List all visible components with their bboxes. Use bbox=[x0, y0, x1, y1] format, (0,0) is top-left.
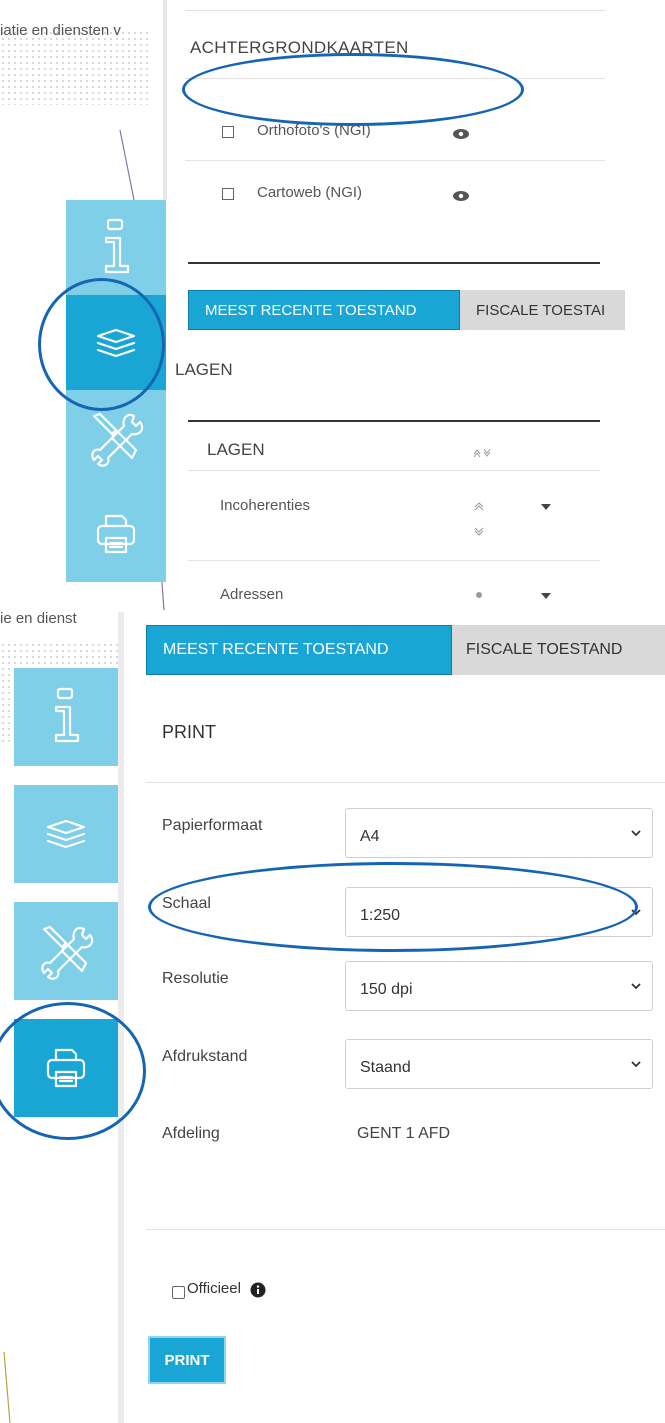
divider bbox=[185, 160, 605, 161]
info-button[interactable] bbox=[14, 668, 118, 766]
info-icon bbox=[104, 218, 130, 273]
layers-icon bbox=[46, 819, 86, 849]
eye-icon[interactable] bbox=[452, 128, 470, 140]
afdrukstand-select[interactable]: Staand bbox=[345, 1039, 653, 1089]
schaal-select[interactable]: 1:250 bbox=[345, 887, 653, 937]
afdeling-label: Afdeling bbox=[162, 1125, 220, 1142]
sort-arrows-icon[interactable] bbox=[472, 446, 494, 458]
divider bbox=[188, 470, 600, 471]
map-line bbox=[3, 1352, 11, 1423]
resolutie-label: Resolutie bbox=[162, 970, 229, 987]
map-text: iatie en diensten v bbox=[0, 22, 121, 39]
layer-incoherenties: Incoherenties bbox=[220, 497, 311, 514]
chevron-down-icon bbox=[631, 830, 641, 837]
section-title-lagen: LAGEN bbox=[175, 360, 233, 379]
layers-button[interactable] bbox=[66, 295, 166, 390]
background-maps-title: ACHTERGRONDKAARTEN bbox=[190, 38, 409, 57]
tab-fiscale-toestand[interactable]: FISCALE TOESTAI bbox=[460, 290, 625, 330]
caret-down-icon[interactable] bbox=[540, 503, 552, 511]
divider bbox=[188, 560, 600, 561]
highlight-ellipse bbox=[182, 53, 524, 126]
afdrukstand-label: Afdrukstand bbox=[162, 1048, 248, 1065]
map-grid-pattern bbox=[0, 30, 150, 105]
print-button[interactable]: PRINT bbox=[148, 1336, 226, 1384]
section-divider bbox=[188, 420, 600, 422]
layer-adressen: Adressen bbox=[220, 586, 284, 603]
orthofoto-label: Orthofoto's (NGI) bbox=[257, 122, 371, 139]
afdeling-value: GENT 1 AFD bbox=[357, 1125, 451, 1142]
resolutie-select[interactable]: 150 dpi bbox=[345, 961, 653, 1011]
tab-fiscale-toestand[interactable]: FISCALE TOESTAND bbox=[452, 625, 665, 675]
cartoweb-checkbox[interactable] bbox=[222, 188, 234, 200]
divider bbox=[146, 782, 665, 783]
divider bbox=[185, 78, 605, 79]
chevron-down-icon bbox=[631, 983, 641, 990]
orthofoto-checkbox[interactable] bbox=[222, 126, 234, 138]
officieel-label: Officieel bbox=[187, 1280, 241, 1297]
tools-icon bbox=[91, 412, 144, 467]
afdrukstand-value: Staand bbox=[360, 1059, 411, 1076]
move-icon[interactable] bbox=[474, 590, 484, 600]
print-tool-button[interactable] bbox=[66, 485, 166, 582]
resolutie-value: 150 dpi bbox=[360, 981, 413, 998]
info-icon bbox=[54, 687, 80, 743]
tab-meest-recente-toestand[interactable]: MEEST RECENTE TOESTAND bbox=[146, 625, 452, 675]
printer-icon bbox=[96, 514, 136, 553]
tab-meest-recente-toestand[interactable]: MEEST RECENTE TOESTAND bbox=[188, 290, 460, 330]
print-tool-button[interactable] bbox=[14, 1019, 118, 1117]
print-title: PRINT bbox=[162, 722, 216, 742]
layers-screenshot: iatie en diensten v ACHTERGRONDKAARTEN O… bbox=[0, 0, 665, 612]
printer-icon bbox=[46, 1048, 86, 1088]
section-divider bbox=[188, 262, 600, 264]
schaal-label: Schaal bbox=[162, 895, 211, 912]
layers-header: LAGEN bbox=[207, 440, 265, 459]
officieel-checkbox[interactable] bbox=[172, 1286, 185, 1299]
layers-icon bbox=[96, 328, 136, 357]
papierformaat-value: A4 bbox=[360, 828, 380, 845]
chevron-down-icon bbox=[631, 909, 641, 916]
panel-edge bbox=[163, 0, 167, 200]
map-text: ie en dienst bbox=[0, 612, 77, 627]
divider bbox=[185, 10, 605, 11]
papierformaat-select[interactable]: A4 bbox=[345, 808, 653, 858]
layers-button[interactable] bbox=[14, 785, 118, 883]
move-arrows-icon[interactable] bbox=[474, 500, 484, 538]
info-button[interactable] bbox=[66, 200, 166, 295]
tools-button[interactable] bbox=[14, 902, 118, 1000]
panel-edge bbox=[118, 612, 124, 1423]
caret-down-icon[interactable] bbox=[540, 592, 552, 600]
tools-icon bbox=[41, 925, 94, 980]
tools-button[interactable] bbox=[66, 390, 166, 485]
divider bbox=[146, 1229, 665, 1230]
cartoweb-label: Cartoweb (NGI) bbox=[257, 184, 363, 201]
print-screenshot: ie en dienst MEEST RECENTE TOESTAND FISC… bbox=[0, 612, 665, 1423]
schaal-value: 1:250 bbox=[360, 907, 401, 924]
info-circle-icon[interactable] bbox=[250, 1282, 266, 1298]
papierformaat-label: Papierformaat bbox=[162, 817, 263, 834]
chevron-down-icon bbox=[631, 1061, 641, 1068]
eye-icon[interactable] bbox=[452, 190, 470, 202]
